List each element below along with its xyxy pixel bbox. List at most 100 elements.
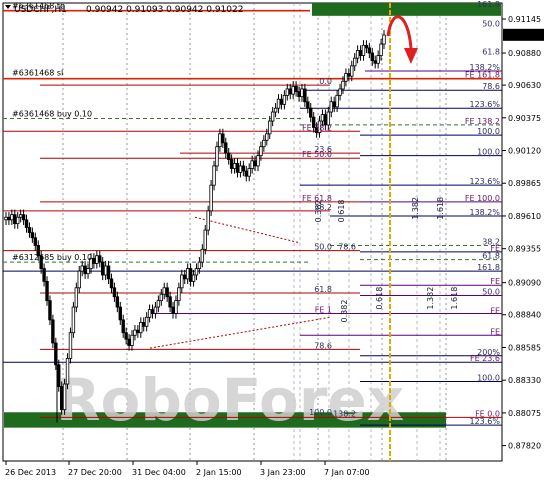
y-tick-label: 0.90375 xyxy=(508,114,541,123)
bearish-candle xyxy=(92,257,96,264)
bearish-candle xyxy=(235,162,240,173)
level-label: 50.0 xyxy=(482,288,500,297)
bullish-candle xyxy=(276,98,281,109)
level-label: FE 100.0 xyxy=(465,194,500,203)
bearish-candle xyxy=(309,107,313,118)
level-label: 138.2% xyxy=(469,208,500,217)
bearish-candle xyxy=(109,278,114,289)
level-label: 50.0 xyxy=(314,243,332,252)
bearish-candle xyxy=(150,309,155,314)
y-tick-label: 0.88330 xyxy=(508,376,541,385)
level-label: FE xyxy=(490,307,500,316)
bearish-candle xyxy=(21,214,26,221)
level-label: 123.6% xyxy=(469,100,500,109)
bearish-candle xyxy=(57,364,61,387)
level-label: 78.6 xyxy=(314,341,332,350)
y-tick-label: 0.89610 xyxy=(508,212,541,221)
bullish-candle xyxy=(103,265,108,276)
bullish-candle xyxy=(382,34,386,45)
bullish-candle xyxy=(147,309,152,318)
bullish-candle xyxy=(320,114,325,122)
bullish-candle xyxy=(180,274,184,289)
level-label: 0.0 xyxy=(319,77,332,86)
bullish-candle xyxy=(268,120,272,135)
bullish-candle xyxy=(259,146,263,157)
time-ratio-label: 1.618 xyxy=(436,197,445,220)
bullish-candle xyxy=(238,165,243,173)
bearish-candle xyxy=(288,88,292,95)
bearish-candle xyxy=(183,274,187,280)
bullish-candle xyxy=(65,357,70,385)
level-label: 161.8 xyxy=(477,263,500,272)
bullish-candle xyxy=(4,216,8,221)
time-ratio-label: 0.382 xyxy=(314,199,323,222)
bearish-candle xyxy=(303,88,307,103)
bullish-candle xyxy=(10,214,14,221)
bearish-candle xyxy=(124,332,128,340)
bullish-candle xyxy=(62,383,67,411)
level-label: 123.6% xyxy=(469,177,500,186)
time-ratio-label: 1.382 xyxy=(411,197,420,220)
x-tick-label: 31 Dec 04:00 xyxy=(132,468,186,477)
bullish-candle xyxy=(379,43,383,56)
bearish-candle xyxy=(112,287,117,298)
bullish-candle xyxy=(156,300,161,308)
bullish-candle xyxy=(218,133,222,148)
y-tick-label: 0.89090 xyxy=(508,279,541,288)
bullish-candle xyxy=(344,73,348,82)
bearish-candle xyxy=(165,287,169,298)
x-tick-label: 7 Jan 07:00 xyxy=(324,468,370,477)
bullish-candle xyxy=(300,88,304,98)
bullish-candle xyxy=(144,316,149,327)
forex-chart: RoboForex 161.850.061.8138.2%FE 161.80.0… xyxy=(0,0,545,484)
bullish-candle xyxy=(203,229,207,250)
bullish-candle xyxy=(355,50,360,59)
bearish-candle xyxy=(13,214,17,225)
level-label: 61.8 xyxy=(482,252,500,261)
order-label: #6361468 sl xyxy=(12,68,63,77)
bullish-candle xyxy=(341,80,345,90)
y-tick-label: 0.88075 xyxy=(508,409,541,418)
bearish-candle xyxy=(244,170,248,177)
bullish-candle xyxy=(250,160,254,169)
bullish-candle xyxy=(282,94,287,105)
bullish-candle xyxy=(215,146,219,167)
bullish-candle xyxy=(206,210,210,231)
bearish-candle xyxy=(59,386,64,411)
bearish-candle xyxy=(24,219,29,228)
bearish-candle xyxy=(229,159,234,169)
bullish-candle xyxy=(18,214,23,218)
level-label: FE xyxy=(490,327,500,336)
time-ratio-label: 0.618 xyxy=(375,287,384,310)
y-tick-label: 0.90880 xyxy=(508,49,541,58)
time-ratio-label: 0.382 xyxy=(340,300,349,323)
time-ratio-label: 1.382 xyxy=(426,287,435,310)
bearish-candle xyxy=(188,268,193,282)
order-label: #6312685 buy 0.10 xyxy=(12,253,92,262)
bullish-candle xyxy=(262,139,266,148)
level-label: FE 23.6 xyxy=(470,354,500,363)
bearish-candle xyxy=(306,101,310,109)
bullish-candle xyxy=(185,268,190,280)
bullish-candle xyxy=(197,261,202,269)
level-label: 50.0 xyxy=(482,19,500,28)
bullish-candle xyxy=(191,274,196,282)
level-label: 61.8 xyxy=(314,285,332,294)
bearish-candle xyxy=(142,322,146,327)
y-tick-label: 0.88840 xyxy=(508,311,541,320)
level-label: FE 38.2 xyxy=(302,123,332,132)
level-label: 138.2 xyxy=(333,409,356,418)
order-label: #6361468 buy 0.10 xyxy=(12,109,92,118)
watermark-text: RoboForex xyxy=(56,366,404,434)
bearish-candle xyxy=(33,237,38,246)
bullish-candle xyxy=(212,165,216,186)
bearish-candle xyxy=(332,101,336,108)
bearish-candle xyxy=(136,329,140,334)
bullish-candle xyxy=(16,216,20,225)
bullish-candle xyxy=(352,57,357,67)
bearish-candle xyxy=(370,52,374,62)
level-label: FE xyxy=(490,277,500,286)
y-tick-label: 0.91145 xyxy=(508,15,541,24)
bullish-candle xyxy=(338,88,342,96)
time-ratio-label: 1.618 xyxy=(450,287,459,310)
